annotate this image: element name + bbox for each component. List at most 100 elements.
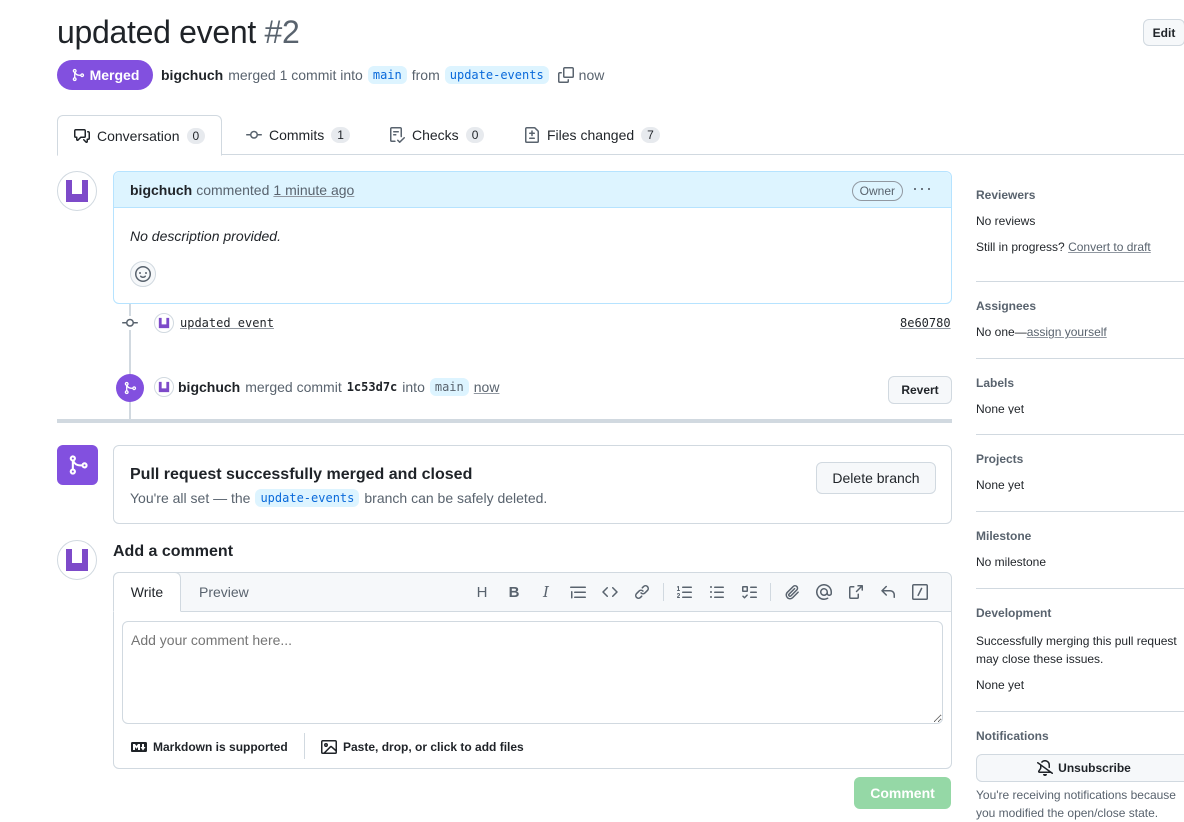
sidebar-development-heading[interactable]: Development [976, 606, 1184, 620]
add-reaction-button[interactable] [130, 261, 156, 287]
file-diff-icon [525, 127, 539, 143]
comment-submit-button[interactable]: Comment [854, 777, 951, 809]
comment-time[interactable]: 1 minute ago [273, 182, 354, 198]
slash-command-icon[interactable] [909, 581, 931, 603]
sidebar-reviewers-heading[interactable]: Reviewers [976, 188, 1184, 202]
merge-commit-sha[interactable]: 1c53d7c [347, 380, 398, 394]
pr-author[interactable]: bigchuch [161, 67, 223, 83]
comment-author[interactable]: bigchuch [130, 182, 192, 198]
paperclip-icon[interactable] [781, 581, 803, 603]
pr-tabs: Conversation 0 Commits 1 Checks 0 Files … [57, 115, 1184, 156]
avatar[interactable] [57, 171, 97, 211]
avatar[interactable] [154, 313, 174, 333]
timeline-divider [57, 419, 952, 423]
task-list-icon[interactable] [738, 581, 760, 603]
sidebar-projects-value: None yet [976, 478, 1025, 492]
sidebar-development-value: None yet [976, 678, 1025, 692]
add-comment-heading: Add a comment [113, 543, 234, 560]
sidebar-divider [976, 281, 1184, 282]
merge-author[interactable]: bigchuch [178, 379, 240, 395]
tab-commits[interactable]: Commits 1 [246, 115, 350, 155]
tab-checks[interactable]: Checks 0 [389, 115, 485, 155]
quote-icon[interactable] [567, 581, 589, 603]
sidebar-divider [976, 434, 1184, 435]
merge-icon [69, 455, 88, 475]
sidebar-development-text: Successfully merging this pull request m… [976, 634, 1177, 666]
edit-button[interactable]: Edit [1143, 19, 1184, 46]
unsubscribe-button[interactable]: Unsubscribe [976, 754, 1184, 782]
assign-yourself-link[interactable]: assign yourself [1027, 325, 1107, 339]
more-options-icon[interactable]: ··· [912, 178, 933, 199]
delete-branch-button[interactable]: Delete branch [816, 462, 936, 494]
sidebar-projects-heading[interactable]: Projects [976, 452, 1184, 466]
heading-icon[interactable]: H [471, 581, 493, 603]
sidebar-divider [976, 588, 1184, 589]
commit-icon [246, 130, 262, 139]
mention-icon[interactable] [813, 581, 835, 603]
sidebar-notifications: Notifications [976, 729, 1184, 743]
comment-action: commented [196, 181, 270, 198]
markdown-note[interactable]: Markdown is supported [131, 739, 288, 755]
sidebar-assignees-heading[interactable]: Assignees [976, 299, 1184, 313]
preview-tab[interactable]: Preview [199, 584, 249, 600]
merge-time[interactable]: now [474, 379, 500, 395]
commit-node-icon [121, 316, 139, 330]
sidebar-progress: Still in progress? Convert to draft [976, 240, 1184, 254]
numbered-list-icon[interactable] [674, 581, 696, 603]
sidebar-notifications-heading: Notifications [976, 729, 1049, 743]
comment-body: No description provided. [130, 228, 281, 244]
user-avatar-icon [158, 381, 170, 393]
comment-textarea[interactable] [122, 621, 943, 724]
sidebar-milestone-heading[interactable]: Milestone [976, 529, 1184, 543]
tab-commits-label: Commits [269, 127, 325, 143]
merged-box-text: You're all set — the update-events branc… [130, 489, 547, 507]
pr-time: now [578, 67, 605, 83]
checklist-icon [390, 127, 405, 143]
tab-files-changed-count: 7 [641, 127, 660, 143]
revert-button[interactable]: Revert [888, 376, 952, 404]
convert-to-draft-link[interactable]: Convert to draft [1068, 240, 1151, 254]
merge-event-icon [116, 374, 144, 402]
tab-files-changed[interactable]: Files changed 7 [524, 115, 660, 155]
code-icon[interactable] [599, 581, 621, 603]
merge-event-text: bigchuch merged commit 1c53d7c into main… [178, 378, 499, 396]
cross-reference-icon[interactable] [845, 581, 867, 603]
merged-label: Merged [89, 67, 140, 83]
image-icon [321, 740, 337, 754]
merged-state-badge: Merged [57, 60, 153, 90]
pr-number: #2 [264, 14, 300, 50]
italic-icon[interactable]: I [535, 581, 557, 603]
commit-sha-link[interactable]: 8e60780 [900, 316, 951, 330]
attach-files[interactable]: Paste, drop, or click to add files [321, 739, 524, 755]
link-icon[interactable] [631, 581, 653, 603]
head-branch[interactable]: update-events [444, 66, 549, 84]
reply-icon[interactable] [877, 581, 899, 603]
copy-icon[interactable] [557, 67, 574, 83]
avatar[interactable] [57, 540, 97, 580]
markdown-note-text: Markdown is supported [153, 740, 288, 754]
sidebar-milestone-value: No milestone [976, 555, 1047, 569]
commit-message-link[interactable]: updated event [180, 316, 274, 330]
comment-header: bigchuch commented 1 minute ago Owner ··… [114, 172, 951, 208]
bold-icon[interactable]: B [503, 581, 525, 603]
toolbar-divider [663, 583, 664, 601]
tab-conversation[interactable]: Conversation 0 [57, 115, 223, 156]
base-branch[interactable]: main [367, 66, 407, 84]
merge-base-branch[interactable]: main [429, 378, 469, 396]
formatting-toolbar: H B I [471, 581, 931, 603]
pr-title-text: updated event [57, 14, 256, 50]
merged-box-text-before: You're all set — the [130, 490, 251, 506]
merge-text: merged 1 commit into [228, 67, 363, 83]
sidebar-reviewers-value: No reviews [976, 214, 1036, 228]
smiley-icon [135, 266, 151, 282]
merged-box-branch[interactable]: update-events [255, 489, 360, 507]
sidebar-assignees-prefix: No one— [976, 325, 1027, 339]
bulleted-list-icon[interactable] [706, 581, 728, 603]
attach-files-text: Paste, drop, or click to add files [343, 740, 524, 754]
avatar[interactable] [154, 377, 174, 397]
bell-slash-icon [1037, 760, 1054, 776]
write-tab[interactable]: Write [113, 572, 181, 612]
sidebar-assignees-value: No one—assign yourself [976, 325, 1184, 339]
sidebar-labels-heading[interactable]: Labels [976, 376, 1184, 390]
comment-editor: Write Preview H B I Markdown is supporte… [113, 572, 952, 769]
